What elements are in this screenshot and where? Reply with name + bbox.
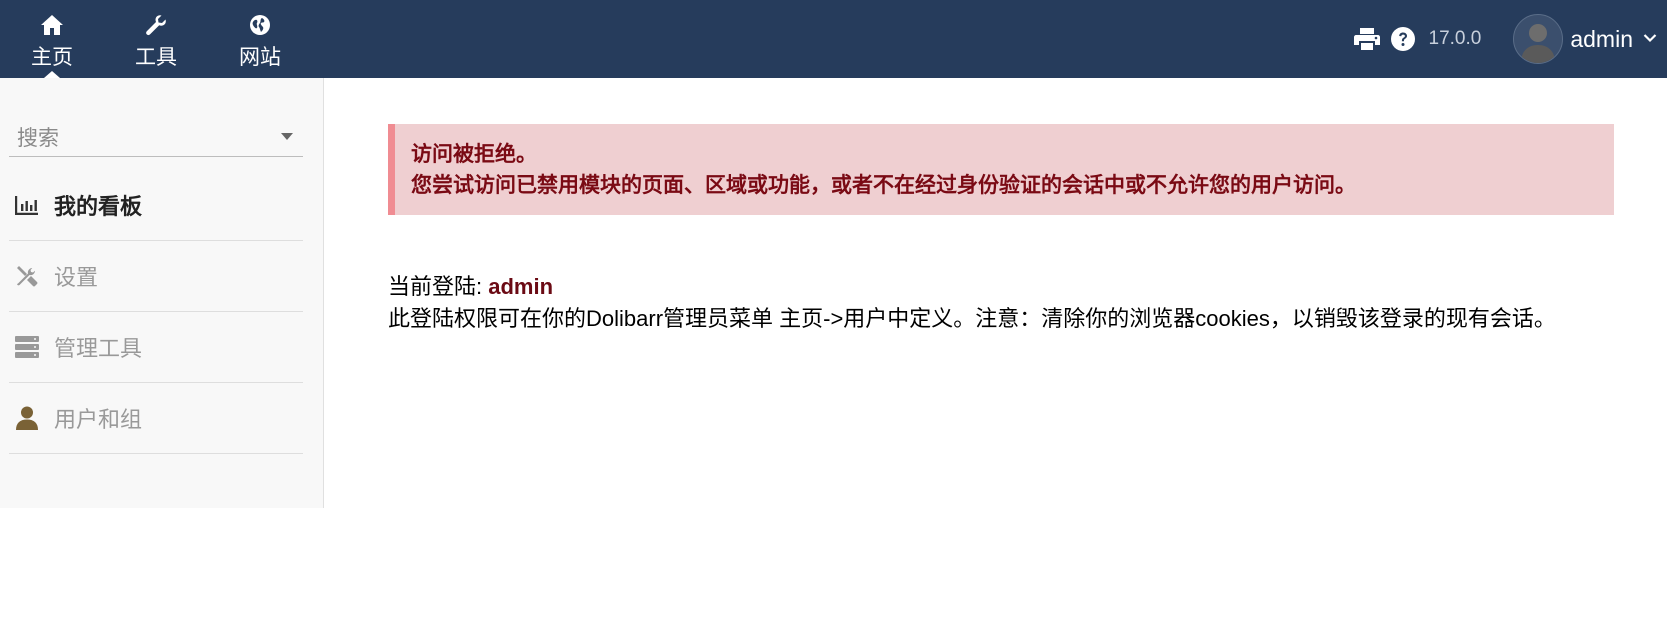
chevron-down-icon (1643, 30, 1657, 48)
sidebar-item-label: 我的看板 (54, 194, 143, 219)
alert-message: 您尝试访问已禁用模块的页面、区域或功能，或者不在经过身份验证的会话中或不允许您的… (411, 174, 1356, 197)
top-right-tools: 17.0.0 admin (1353, 0, 1667, 78)
avatar (1513, 14, 1564, 64)
current-login-label: 当前登陆: (388, 274, 489, 299)
username-label: admin (1570, 25, 1633, 52)
login-info: 当前登陆: admin 此登陆权限可在你的Dolibarr管理员菜单 主页->用… (388, 271, 1588, 335)
wrench-icon (144, 13, 168, 37)
topmenu-home-label: 主页 (31, 46, 73, 69)
topmenu-websites[interactable]: 网站 (208, 0, 312, 78)
sidebar-item-dashboard[interactable]: 我的看板 (9, 170, 303, 241)
topmenu-websites-label: 网站 (239, 46, 281, 69)
current-login-user: admin (488, 274, 554, 299)
search-select[interactable]: 搜索 (9, 117, 303, 157)
tools-icon (14, 263, 40, 289)
user-icon (14, 405, 40, 431)
help-icon[interactable] (1389, 25, 1417, 53)
version-label: 17.0.0 (1428, 28, 1482, 49)
sidebar-item-label: 管理工具 (54, 336, 143, 361)
top-menu: 主页 工具 网站 (0, 0, 312, 78)
sidebar-menu: 我的看板 设置 管理工具 用户和组 (9, 170, 303, 454)
top-navigation-bar: 主页 工具 网站 17.0.0 admin (0, 0, 1667, 78)
sidebar-item-setup[interactable]: 设置 (9, 241, 303, 312)
current-login-line: 当前登陆: admin (388, 271, 1588, 303)
main-content: 访问被拒绝。 您尝试访问已禁用模块的页面、区域或功能，或者不在经过身份验证的会话… (388, 124, 1614, 335)
sidebar-item-label: 设置 (54, 265, 99, 290)
sidebar-item-users-groups[interactable]: 用户和组 (9, 383, 303, 454)
topmenu-tools[interactable]: 工具 (104, 0, 208, 78)
sidebar-item-admin-tools[interactable]: 管理工具 (9, 312, 303, 383)
sidebar-item-label: 用户和组 (54, 407, 143, 432)
topmenu-home[interactable]: 主页 (0, 0, 104, 78)
search-placeholder: 搜索 (17, 126, 59, 150)
topmenu-tools-label: 工具 (135, 46, 177, 69)
bar-chart-icon (14, 192, 40, 218)
home-icon (40, 13, 64, 37)
chevron-down-icon (281, 133, 293, 140)
server-icon (14, 334, 40, 360)
access-denied-alert: 访问被拒绝。 您尝试访问已禁用模块的页面、区域或功能，或者不在经过身份验证的会话… (388, 124, 1614, 215)
left-sidebar: 搜索 我的看板 设置 管理工具 用户和组 (0, 78, 324, 508)
user-menu[interactable]: admin (1513, 14, 1657, 64)
print-icon[interactable] (1353, 25, 1381, 53)
globe-icon (248, 13, 272, 37)
alert-title: 访问被拒绝。 (411, 143, 537, 166)
login-permission-note: 此登陆权限可在你的Dolibarr管理员菜单 主页->用户中定义。注意：清除你的… (388, 306, 1556, 331)
